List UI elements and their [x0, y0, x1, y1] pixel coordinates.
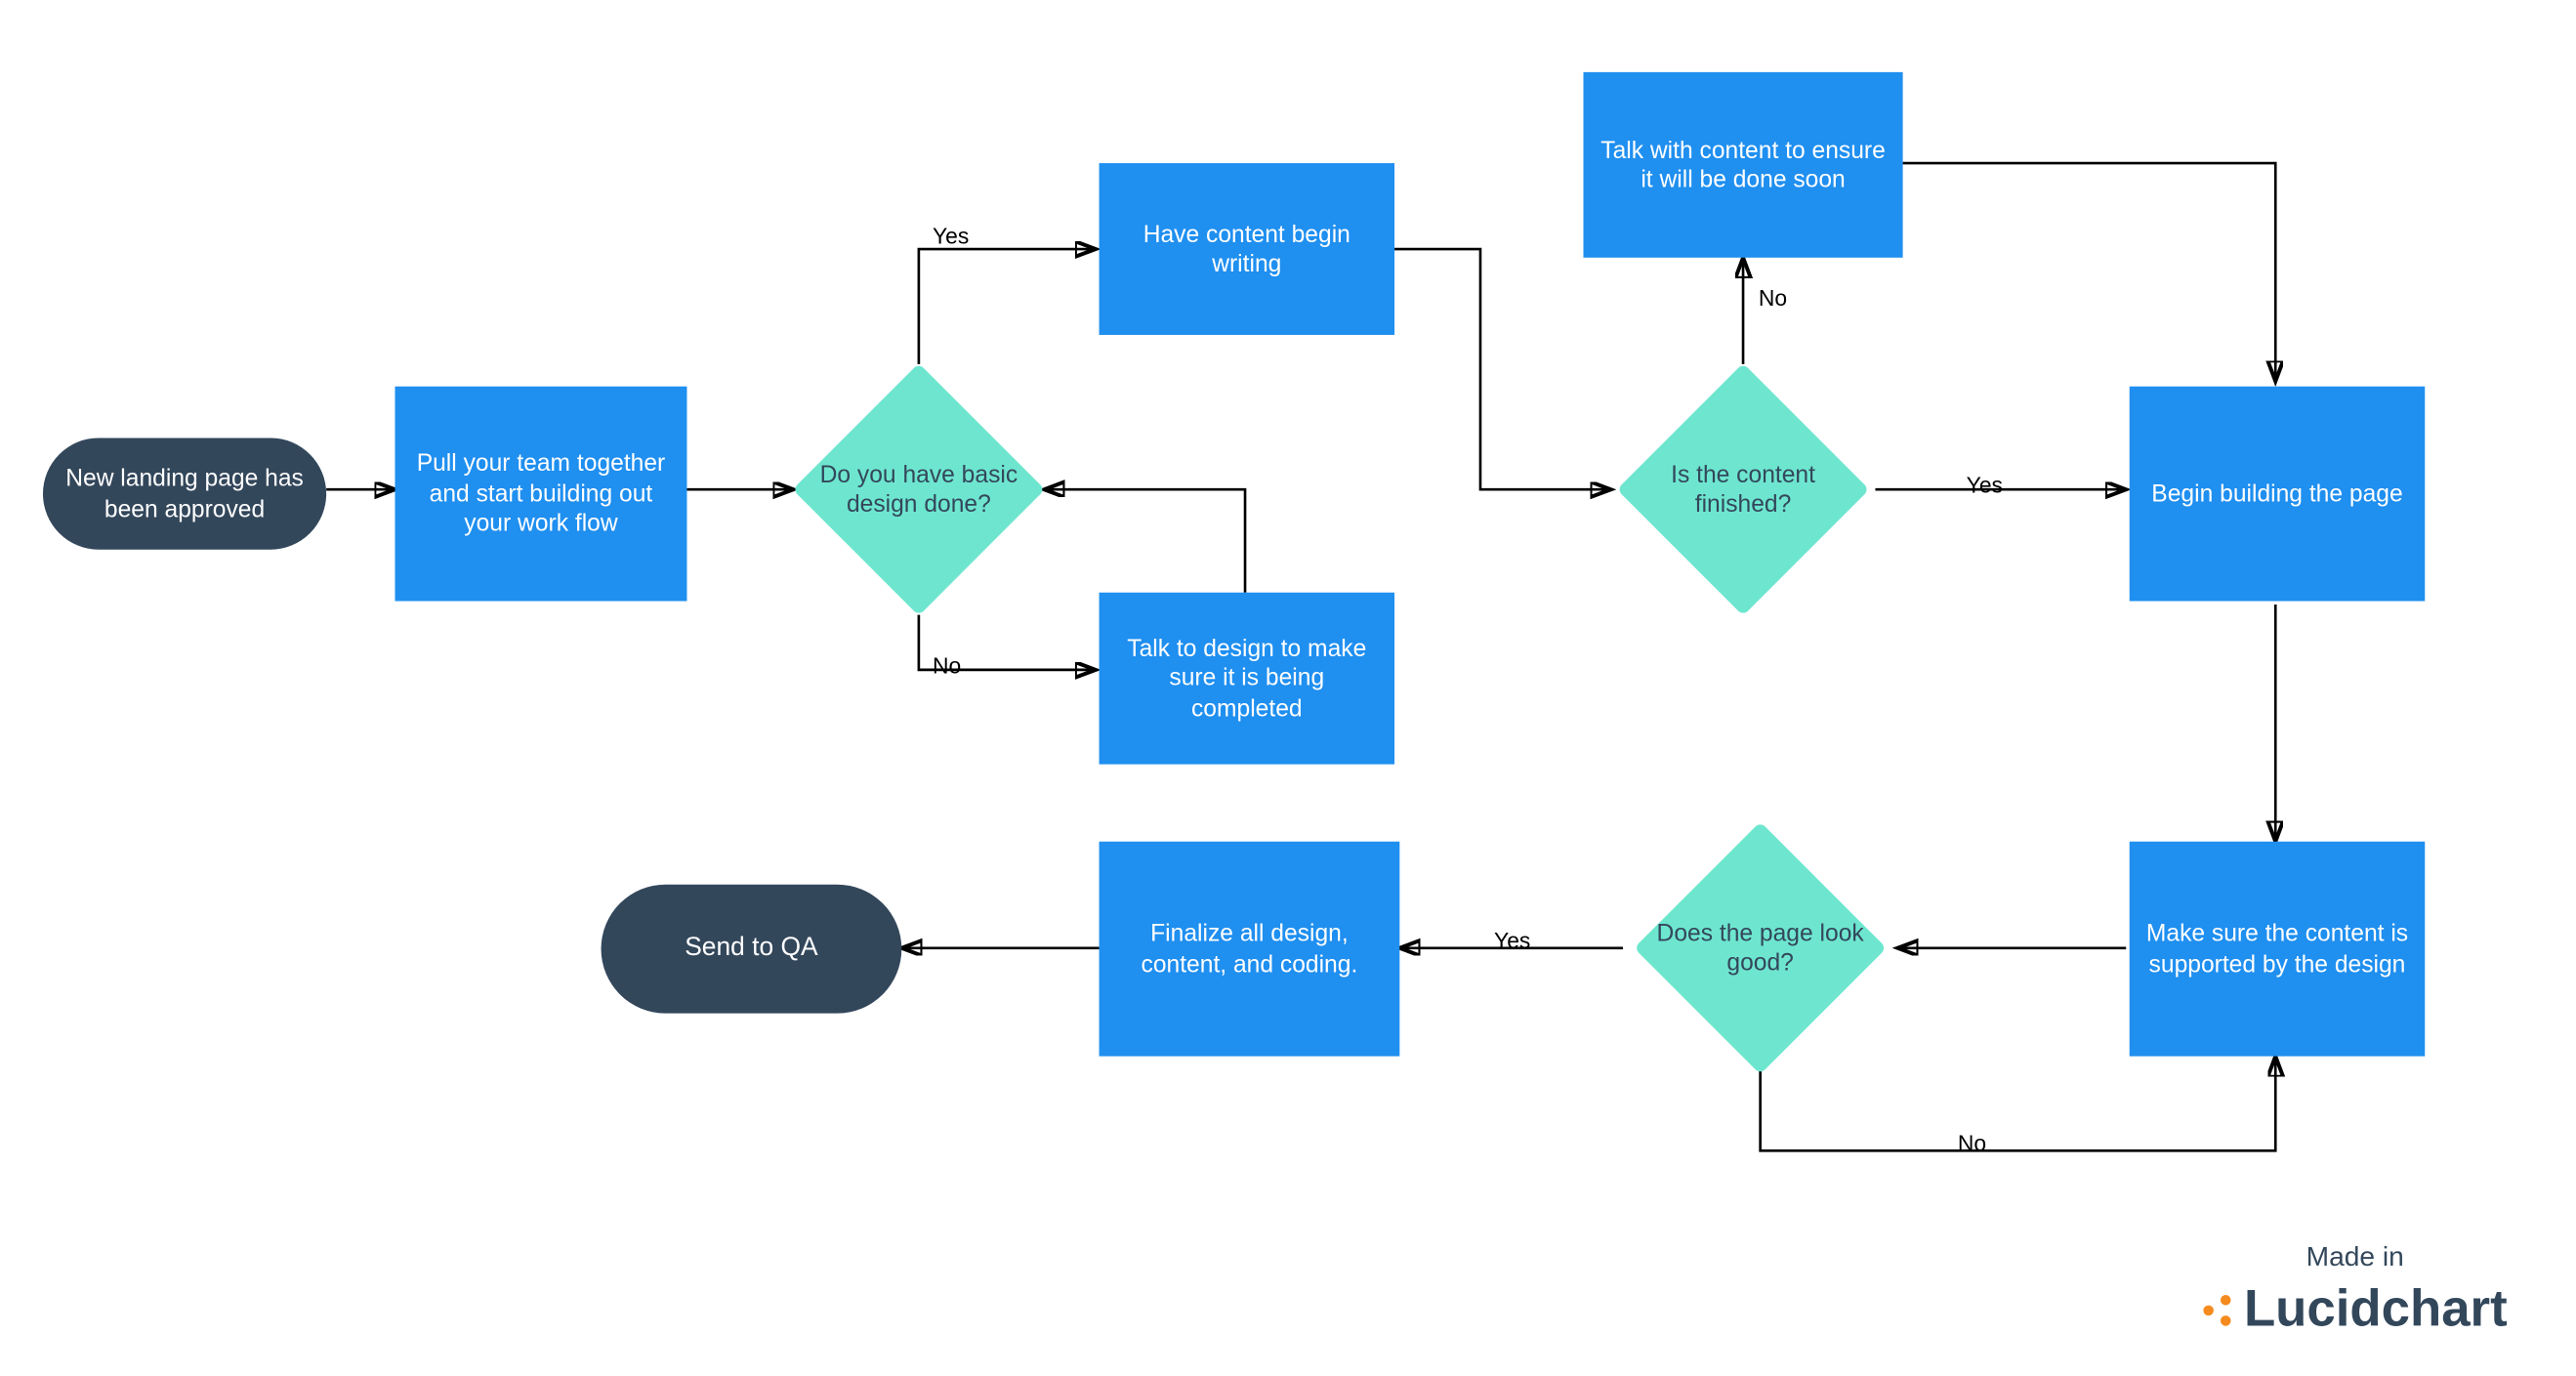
terminator-start: New landing page has been approved	[43, 438, 326, 549]
edge-label-yes: Yes	[933, 224, 969, 249]
edge-label-no: No	[1759, 285, 1787, 311]
made-in-label: Made in	[2203, 1243, 2508, 1274]
process-make-sure: Make sure the content is supported by th…	[2130, 842, 2425, 1057]
brand-lucidchart: Lucidchart	[2203, 1281, 2508, 1340]
decision-look-good: Does the page look good?	[1671, 858, 1849, 1037]
process-talk-content: Talk with content to ensure it will be d…	[1583, 72, 1902, 258]
process-have-content: Have content begin writing	[1100, 163, 1394, 335]
decision-label: Do you have basic design done?	[795, 400, 1042, 579]
decision-label: Does the page look good?	[1630, 858, 1890, 1037]
decision-basic-design: Do you have basic design done?	[829, 400, 1008, 579]
edge-label-no: No	[1958, 1130, 1986, 1155]
process-talk-design: Talk to design to make sure it is being …	[1100, 593, 1394, 765]
brand-text: Lucidchart	[2244, 1281, 2508, 1340]
lucidchart-icon	[2203, 1295, 2234, 1326]
footer-logo: Made in Lucidchart	[2203, 1243, 2508, 1339]
process-finalize: Finalize all design, content, and coding…	[1100, 842, 1400, 1057]
process-pull-team: Pull your team together and start buildi…	[395, 387, 686, 602]
process-begin-build: Begin building the page	[2130, 387, 2425, 602]
flowchart-canvas: New landing page has been approved Pull …	[0, 0, 2576, 1374]
edge-label-yes: Yes	[1494, 928, 1530, 953]
edge-label-yes: Yes	[1967, 473, 2003, 498]
decision-content-finished: Is the content finished?	[1654, 400, 1833, 579]
decision-label: Is the content finished?	[1619, 400, 1866, 579]
edge-label-no: No	[933, 652, 961, 678]
terminator-send-qa: Send to QA	[602, 885, 902, 1014]
